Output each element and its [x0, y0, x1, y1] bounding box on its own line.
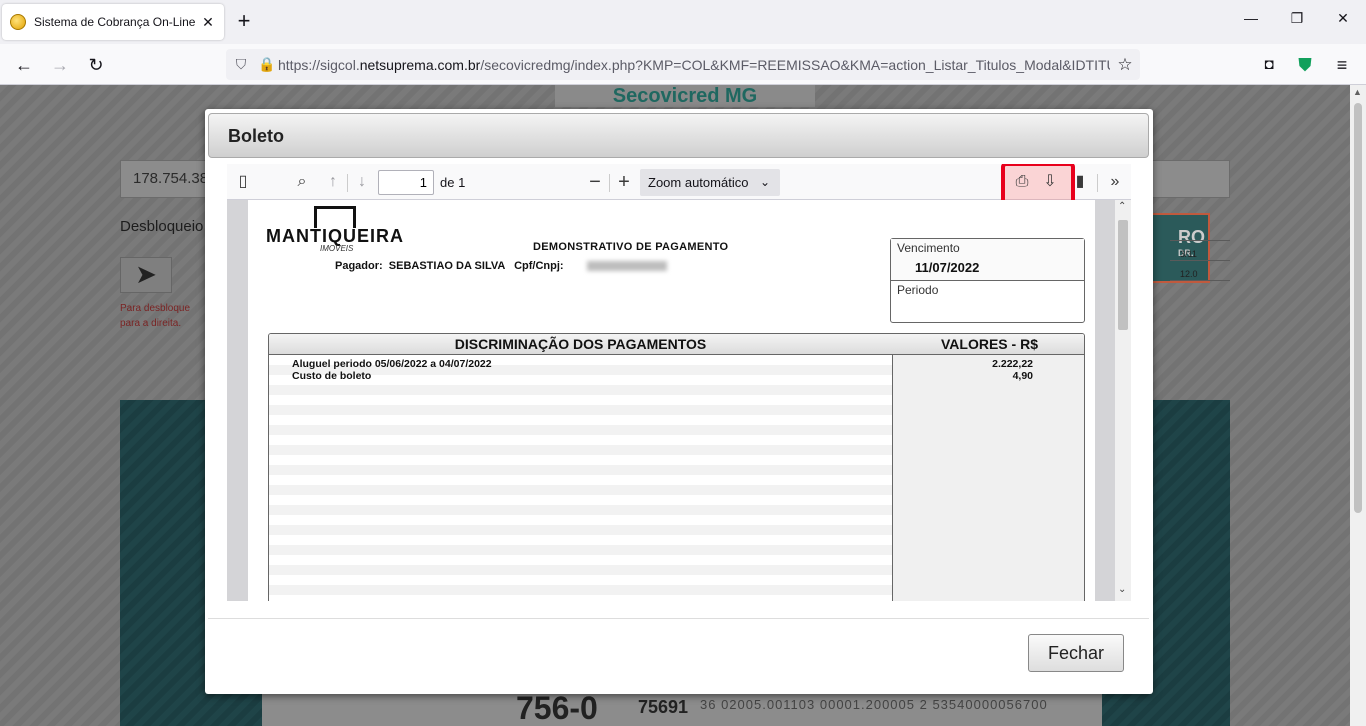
pdf-page: MANTIQUEIRA IMOVEIS DEMONSTRATIVO DE PAG…	[248, 200, 1095, 601]
bookmark-star-icon[interactable]: ☆	[1110, 55, 1140, 75]
modal-title: Boleto	[228, 126, 284, 146]
zoom-out-icon[interactable]: −	[583, 170, 607, 194]
url-text[interactable]: https://sigcol.netsuprema.com.br/secovic…	[278, 57, 1110, 73]
print-icon[interactable]: ⎙	[1010, 170, 1034, 194]
payments-table: DISCRIMINAÇÃO DOS PAGAMENTOS VALORES - R…	[268, 333, 1085, 601]
new-tab-button[interactable]: +	[232, 10, 256, 34]
boleto-modal: Boleto ▯ ⌕ ↑ ↓ 1 de 1 − + Zoom automátic…	[205, 109, 1153, 694]
address-bar[interactable]: ⛉ 🔒 https://sigcol.netsuprema.com.br/sec…	[226, 49, 1140, 80]
due-date-label: Vencimento	[897, 241, 960, 255]
minimize-icon[interactable]: —	[1228, 10, 1274, 26]
due-date-box: Vencimento 11/07/2022 Periodo	[890, 238, 1085, 323]
toolbar-separator	[347, 174, 348, 192]
site-header: Secovicred MG	[555, 85, 815, 107]
tools-chevron-icon[interactable]: »	[1103, 170, 1127, 194]
back-icon[interactable]: ←	[11, 52, 37, 78]
zoom-in-icon[interactable]: +	[612, 170, 636, 194]
pdf-viewer: ▯ ⌕ ↑ ↓ 1 de 1 − + Zoom automático ⌄ ⎙ ⇩ …	[227, 164, 1131, 601]
search-icon[interactable]: ⌕	[290, 170, 314, 194]
badge-grid: 3/11 12.0	[1170, 240, 1230, 302]
scroll-up-icon[interactable]: ⌃	[1118, 201, 1126, 212]
scroll-up-icon[interactable]: ▲	[1353, 87, 1362, 97]
payer-line: Pagador: SEBASTIAO DA SILVA Cpf/Cnpj:	[335, 260, 564, 272]
next-page-icon[interactable]: ↓	[350, 170, 374, 194]
restore-icon[interactable]: ❐	[1274, 10, 1320, 27]
menu-icon[interactable]: ≡	[1329, 52, 1355, 78]
table-row: Custo de boleto 4,90	[292, 370, 1033, 382]
logo-name: MANTIQUEIRA	[266, 226, 404, 246]
close-button[interactable]: Fechar	[1028, 634, 1124, 672]
table-header: DISCRIMINAÇÃO DOS PAGAMENTOS VALORES - R…	[269, 334, 1084, 355]
document-title: DEMONSTRATIVO DE PAGAMENTO	[533, 241, 729, 253]
shield-icon[interactable]: ⛉	[226, 56, 256, 73]
table-row: Aluguel periodo 05/06/2022 a 04/07/2022 …	[292, 358, 1033, 370]
extension-shield-icon[interactable]: ⛊	[1292, 52, 1318, 78]
page-number-input[interactable]: 1	[378, 170, 434, 195]
logo-mark	[314, 206, 356, 228]
unlock-label: Desbloqueio	[120, 218, 204, 235]
bank-number: 75691	[638, 697, 689, 717]
slider-arrow-icon: ➤	[120, 257, 172, 293]
blurred-cpf	[587, 261, 667, 271]
toolbar-separator	[1097, 174, 1098, 192]
period-label: Periodo	[897, 283, 939, 297]
pdf-scroll-thumb[interactable]	[1118, 220, 1128, 330]
bank-code: 756-0	[516, 690, 598, 726]
scroll-thumb[interactable]	[1354, 103, 1362, 513]
tab-title: Sistema de Cobrança On-Line (	[34, 15, 198, 29]
forward-icon[interactable]: →	[47, 52, 73, 78]
pocket-icon[interactable]: ◘	[1256, 52, 1282, 78]
download-icon[interactable]: ⇩	[1038, 170, 1062, 194]
reload-icon[interactable]: ↻	[83, 52, 109, 78]
browser-tab[interactable]: Sistema de Cobrança On-Line ( ✕	[2, 4, 224, 40]
pdf-toolbar: ▯ ⌕ ↑ ↓ 1 de 1 − + Zoom automático ⌄ ⎙ ⇩ …	[227, 164, 1131, 215]
zoom-select[interactable]: Zoom automático ⌄	[640, 169, 780, 196]
close-window-icon[interactable]: ✕	[1320, 10, 1366, 27]
unlock-hint: Para desbloque para a direita.	[120, 303, 191, 329]
page-count: de 1	[440, 175, 466, 190]
tab-strip: Sistema de Cobrança On-Line ( ✕ + — ❐ ✕	[0, 0, 1366, 44]
company-logo: MANTIQUEIRA IMOVEIS	[266, 206, 406, 253]
modal-header: Boleto	[208, 113, 1149, 158]
navigation-bar: ← → ↻ ⛉ 🔒 https://sigcol.netsuprema.com.…	[0, 44, 1366, 85]
site-favicon-icon	[10, 14, 26, 30]
lock-icon[interactable]: 🔒	[256, 56, 278, 73]
scroll-down-icon[interactable]: ⌄	[1118, 584, 1126, 595]
close-tab-icon[interactable]: ✕	[200, 14, 216, 31]
column-header-description: DISCRIMINAÇÃO DOS PAGAMENTOS	[454, 336, 707, 352]
pdf-scrollbar[interactable]: ⌃ ⌄	[1115, 200, 1131, 601]
barcode-line: 36 02005.001103 00001.200005 2 535400000…	[700, 697, 1048, 712]
toolbar-separator	[609, 174, 610, 192]
page-scrollbar[interactable]: ▲	[1350, 85, 1366, 726]
sidebar-toggle-icon[interactable]: ▯	[231, 170, 255, 194]
column-header-values: VALORES - R$	[941, 336, 1038, 352]
chevron-down-icon: ⌄	[759, 175, 770, 189]
bookmark-icon[interactable]: ▮	[1068, 170, 1092, 194]
due-date-value: 11/07/2022	[915, 260, 980, 275]
previous-page-icon[interactable]: ↑	[321, 170, 345, 194]
